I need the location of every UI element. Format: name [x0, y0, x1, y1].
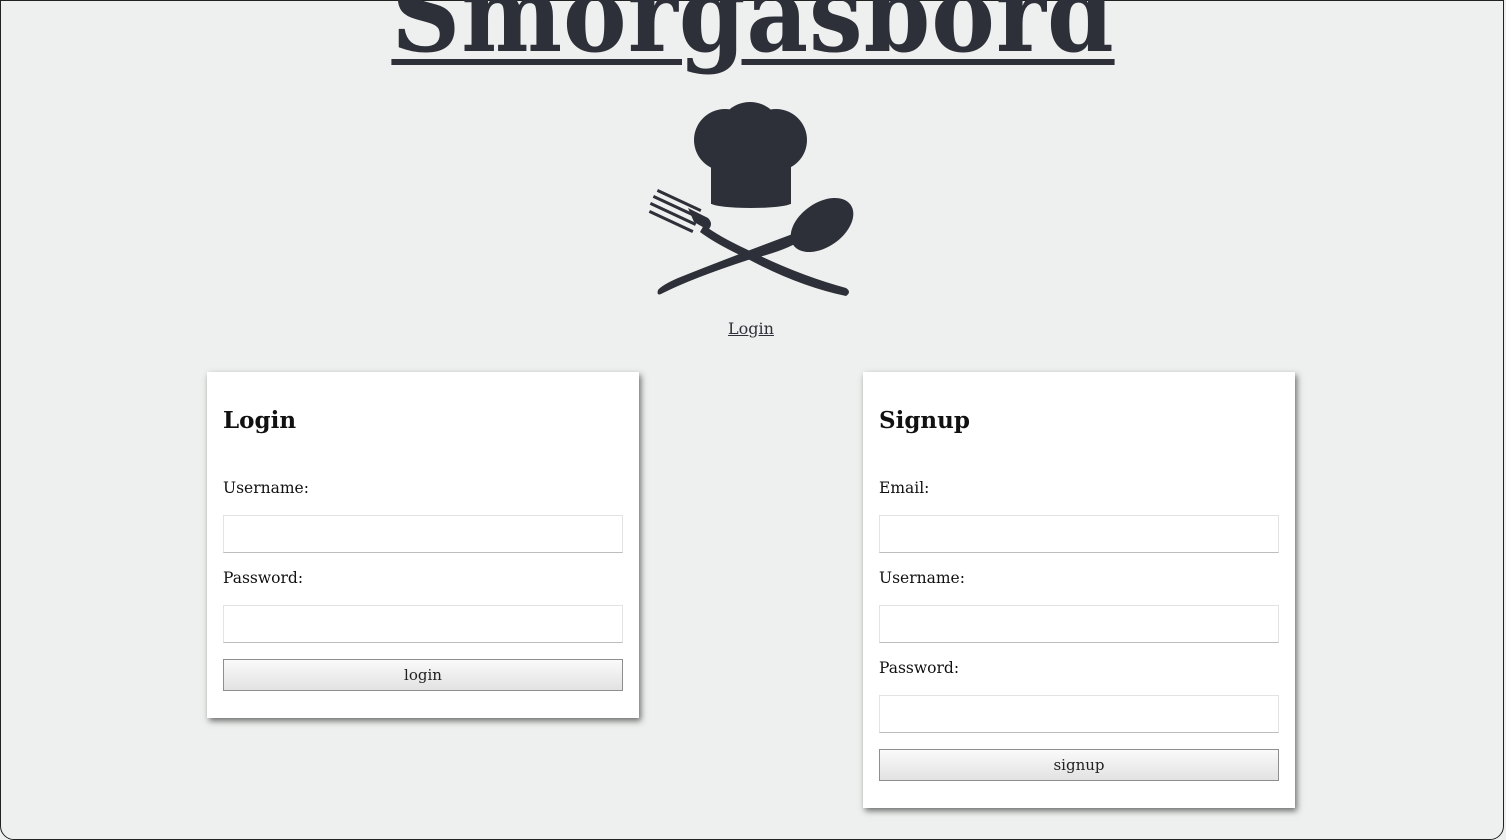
login-password-label: Password: [223, 569, 304, 587]
login-title: Login [223, 407, 297, 434]
site-title: Smorgasbord [75, 0, 1430, 84]
login-button[interactable]: login [223, 659, 623, 691]
signup-title: Signup [879, 407, 970, 434]
signup-password-input[interactable] [879, 695, 1279, 733]
signup-password-label: Password: [879, 659, 960, 677]
signup-username-input[interactable] [879, 605, 1279, 643]
login-username-input[interactable] [223, 515, 623, 553]
signup-email-input[interactable] [879, 515, 1279, 553]
chef-hat-fork-spoon-icon [648, 102, 854, 296]
signup-email-label: Email: [879, 479, 930, 497]
spoon-icon [790, 198, 854, 252]
signup-button[interactable]: signup [879, 749, 1279, 781]
login-username-label: Username: [223, 479, 309, 497]
nav-bar: Login [0, 318, 1502, 340]
site-title-link[interactable]: Smorgasbord [391, 0, 1114, 76]
nav-login-link[interactable]: Login [728, 319, 774, 338]
login-card: Login Username: Password: login [207, 372, 639, 718]
login-password-input[interactable] [223, 605, 623, 643]
signup-username-label: Username: [879, 569, 965, 587]
signup-card: Signup Email: Username: Password: signup [863, 372, 1295, 808]
